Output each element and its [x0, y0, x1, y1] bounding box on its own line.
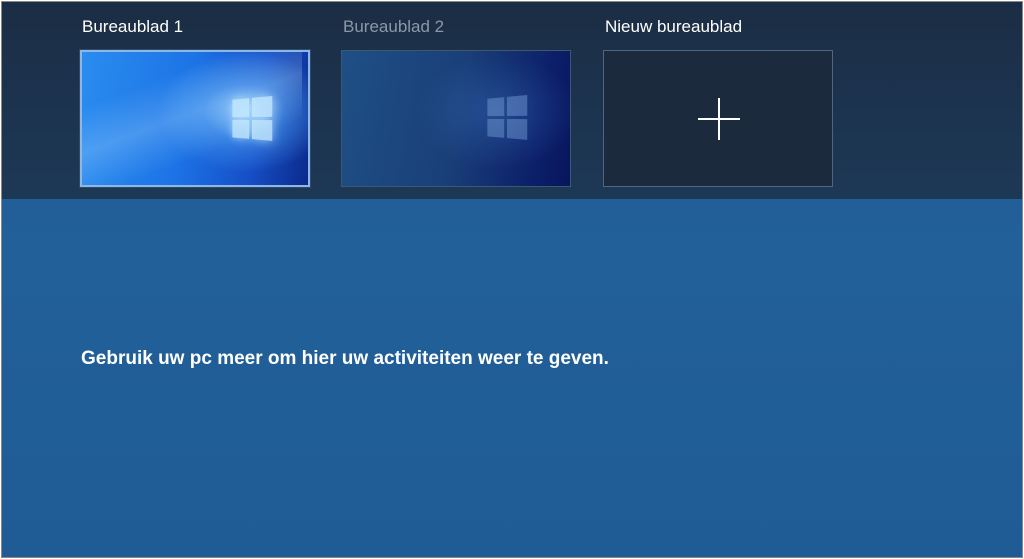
desktop-1-label: Bureaublad 1 [82, 17, 184, 36]
timeline-empty-message: Gebruik uw pc meer om hier uw activiteit… [81, 348, 609, 369]
task-view-screen: Bureaublad 1 Bureaublad 2 Nieuw bureaubl… [1, 1, 1023, 558]
virtual-desktops-bar: Bureaublad 1 Bureaublad 2 Nieuw bureaubl… [2, 2, 1022, 199]
plus-icon [698, 98, 740, 140]
desktop-2-label: Bureaublad 2 [343, 17, 445, 36]
desktop-1[interactable]: Bureaublad 1 [80, 16, 316, 187]
desktop-1-thumbnail[interactable] [80, 50, 310, 187]
windows-logo-icon [232, 96, 273, 142]
desktop-2-wallpaper [342, 51, 570, 186]
new-desktop[interactable]: Nieuw bureaublad [603, 16, 839, 187]
desktop-2-thumbnail[interactable] [341, 50, 571, 187]
windows-logo-icon [487, 95, 528, 141]
new-desktop-button[interactable] [603, 50, 833, 187]
new-desktop-label: Nieuw bureaublad [605, 17, 743, 36]
desktop-2[interactable]: Bureaublad 2 [341, 16, 577, 187]
